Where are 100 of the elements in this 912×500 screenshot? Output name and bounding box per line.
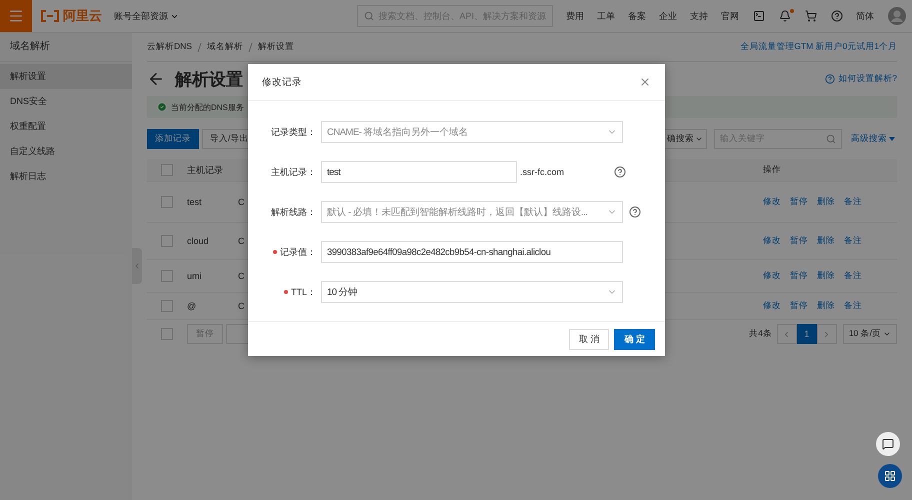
breadcrumb-item[interactable]: 云解析DNS <box>147 41 192 53</box>
help-icon[interactable] <box>831 10 843 22</box>
chat-icon <box>882 438 894 450</box>
breadcrumb-item[interactable]: 解析设置 <box>258 41 294 53</box>
cart-icon[interactable] <box>805 10 817 22</box>
table-cell-text: cloud <box>187 236 210 246</box>
action-link[interactable]: 修改 <box>763 270 781 282</box>
search-icon <box>364 11 374 21</box>
caret-icon <box>887 135 897 143</box>
bell-icon[interactable] <box>779 10 791 22</box>
sidebar-title: 域名解析 <box>0 33 132 62</box>
select-field[interactable]: CNAME- 将域名指向另外一个域名 <box>321 121 623 143</box>
search-icon <box>826 134 836 144</box>
action-link[interactable]: 删除 <box>817 270 835 282</box>
help-link[interactable]: 如何设置解析? <box>825 73 897 85</box>
nav-link[interactable]: 企业 <box>659 10 677 22</box>
domain-suffix: .ssr-fc.com <box>520 167 565 177</box>
table-cell-text: @ <box>187 301 198 311</box>
caret-icon <box>883 330 891 338</box>
field-label: 解析线路： <box>271 206 316 218</box>
column-header: 操作 <box>763 164 781 176</box>
bulk-action-button[interactable]: 暂停 <box>187 324 223 344</box>
action-link[interactable]: 备注 <box>844 270 862 282</box>
apps-button[interactable] <box>878 464 902 488</box>
action-link[interactable]: 暂停 <box>790 235 808 247</box>
field-label: 记录类型： <box>271 126 316 138</box>
chevron-left-icon <box>133 262 141 270</box>
help-icon[interactable] <box>614 166 626 178</box>
action-link[interactable]: 修改 <box>763 300 781 312</box>
breadcrumb-separator <box>196 42 202 52</box>
sidebar-item[interactable]: 自定义线路 <box>0 139 132 164</box>
action-link[interactable]: 备注 <box>844 235 862 247</box>
select-field[interactable]: 默认 - 必填！未匹配到智能解析线路时，返回【默认】线路设... <box>321 201 623 223</box>
terminal-icon[interactable] <box>753 10 765 22</box>
field-label: 记录值： <box>280 246 316 258</box>
table-cell-text: C <box>238 271 246 281</box>
avatar-icon[interactable] <box>888 7 906 25</box>
sidebar-item[interactable]: 权重配置 <box>0 114 132 139</box>
nav-link[interactable]: 备案 <box>628 10 646 22</box>
action-link[interactable]: 暂停 <box>790 196 808 208</box>
next-page-button[interactable] <box>816 324 837 344</box>
action-link[interactable]: 备注 <box>844 300 862 312</box>
table-cell-text: C <box>238 236 246 246</box>
table-cell-text: umi <box>187 271 203 281</box>
action-link[interactable]: 修改 <box>763 196 781 208</box>
cancel-button[interactable]: 取 消 <box>568 328 610 350</box>
language-link[interactable]: 简体 <box>856 10 874 22</box>
dialog-title: 修改记录 <box>262 76 302 88</box>
input-field[interactable]: 3990383af9e64ff09a98c2e482cb9b54-cn-shanghai.aliclou <box>321 241 623 263</box>
help-icon <box>825 74 836 84</box>
checkbox[interactable] <box>161 164 173 176</box>
action-link[interactable]: 删除 <box>817 300 835 312</box>
action-link[interactable]: 备注 <box>844 196 862 208</box>
notice-text: 当前分配的DNS服务 <box>171 102 244 112</box>
sidebar-item[interactable]: 解析日志 <box>0 164 132 189</box>
checkbox[interactable] <box>161 196 173 208</box>
advanced-search-link[interactable]: 高级搜索 <box>851 133 897 145</box>
confirm-button[interactable]: 确 定 <box>614 328 655 350</box>
logo-icon <box>40 10 60 22</box>
account-menu[interactable]: 账号全部资源 <box>114 10 179 22</box>
collapse-handle[interactable] <box>132 248 142 284</box>
checkbox[interactable] <box>161 300 173 312</box>
breadcrumb-item[interactable]: 域名解析 <box>206 41 243 53</box>
nav-link[interactable]: 工单 <box>597 10 615 22</box>
chat-button[interactable] <box>876 432 900 456</box>
total-count: 共4条 <box>749 328 772 340</box>
table-cell-text: C <box>238 197 246 207</box>
page-size-dropdown[interactable]: 10 条/页 <box>842 324 897 344</box>
close-icon[interactable] <box>639 76 651 88</box>
action-link[interactable]: 暂停 <box>790 270 808 282</box>
input-field[interactable]: test <box>321 161 517 183</box>
field-label: 主机记录： <box>271 166 316 178</box>
grid-icon <box>884 470 896 482</box>
table-cell-text: test <box>187 197 203 207</box>
action-link[interactable]: 删除 <box>817 196 835 208</box>
check-icon <box>157 102 167 112</box>
back-icon[interactable] <box>147 70 165 88</box>
promo-link[interactable]: 全局流量管理GTM 新用户0元试用1个月 <box>740 41 897 53</box>
page-title: 解析设置 <box>175 68 243 90</box>
column-header: 主机记录 <box>187 164 224 176</box>
nav-link[interactable]: 费用 <box>566 10 584 22</box>
sidebar-item[interactable]: DNS安全 <box>0 89 132 114</box>
action-link[interactable]: 删除 <box>817 235 835 247</box>
caret-icon <box>695 135 703 143</box>
nav-link[interactable]: 支持 <box>690 10 708 22</box>
breadcrumb-separator <box>248 42 253 52</box>
sidebar-item[interactable]: 解析设置 <box>0 64 132 89</box>
logo-text: 阿里云 <box>63 7 102 25</box>
help-icon[interactable] <box>629 206 641 218</box>
action-link[interactable]: 修改 <box>763 235 781 247</box>
menu-button[interactable] <box>0 0 32 32</box>
menu-icon <box>8 8 24 24</box>
page-button[interactable]: 1 <box>796 324 817 344</box>
action-link[interactable]: 暂停 <box>790 300 808 312</box>
nav-link[interactable]: 官网 <box>721 10 739 22</box>
add-record-button[interactable]: 添加记录 <box>147 129 199 149</box>
checkbox[interactable] <box>161 270 173 282</box>
select-field[interactable]: 10 分钟 <box>321 281 623 303</box>
checkbox[interactable] <box>161 328 173 340</box>
checkbox[interactable] <box>161 235 173 247</box>
